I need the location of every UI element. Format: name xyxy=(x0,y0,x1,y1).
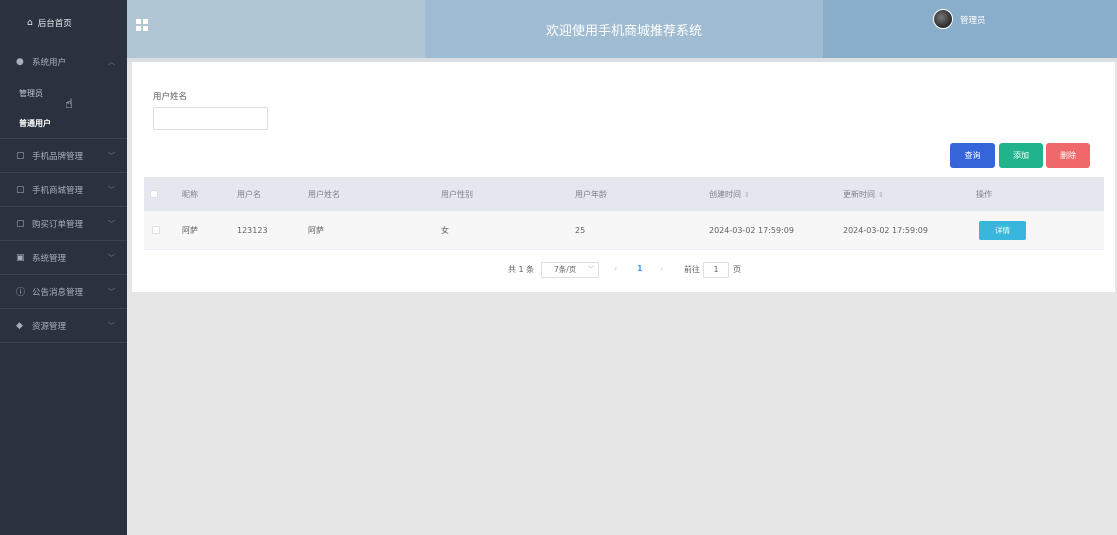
pagination: 共 1 条 7条/页 ﹀ ‹ 1 › 前往 1 页 xyxy=(132,262,1115,278)
user-table: 昵称 用户名 用户姓名 用户性别 用户年龄 创建时间 ⇕ 更新时间 ⇕ 操作 阿萨 … xyxy=(144,177,1104,250)
col-username: 用户名 xyxy=(237,189,261,199)
chevron-down-icon: ﹀ xyxy=(108,151,115,160)
menu-group-resources: ◆ 资源管理 ﹀ xyxy=(0,309,127,343)
cell-realname: 阿萨 xyxy=(308,225,324,235)
cell-username: 123123 xyxy=(237,225,268,235)
page-size-select[interactable]: 7条/页 ﹀ xyxy=(541,262,599,278)
menu-resources[interactable]: ◆ 资源管理 ﹀ xyxy=(0,309,127,342)
page-size-value: 7条/页 xyxy=(554,265,577,274)
header-left xyxy=(127,0,425,58)
avatar[interactable] xyxy=(933,9,953,29)
user-icon: ● xyxy=(16,56,24,67)
cell-updated: 2024-03-02 17:59:09 xyxy=(843,225,928,235)
col-updated-label: 更新时间 xyxy=(843,189,875,199)
col-age: 用户年龄 xyxy=(575,189,607,199)
add-button[interactable]: 添加 xyxy=(999,143,1043,168)
menu-phone-brand[interactable]: ▢ 手机品牌管理 ﹀ xyxy=(0,139,127,172)
prev-page-icon[interactable]: ‹ xyxy=(614,264,617,273)
cell-nickname: 阿萨 xyxy=(182,225,198,235)
col-realname: 用户姓名 xyxy=(308,189,340,199)
next-page-icon[interactable]: › xyxy=(660,264,663,273)
top-header: 欢迎使用手机商城推荐系统 管理员 xyxy=(127,0,1117,58)
sort-icon[interactable]: ⇕ xyxy=(744,191,750,199)
sidebar-home[interactable]: ⌂ 后台首页 xyxy=(0,0,127,45)
sidebar-home-label: 后台首页 xyxy=(37,18,72,29)
col-created[interactable]: 创建时间 ⇕ xyxy=(709,189,750,200)
document-icon: ▢ xyxy=(16,150,25,161)
image-icon: ▣ xyxy=(16,252,25,263)
menu-notice-label: 公告消息管理 xyxy=(32,287,84,298)
menu-system[interactable]: ▣ 系统管理 ﹀ xyxy=(0,241,127,274)
page-suffix: 页 xyxy=(733,265,741,274)
menu-orders[interactable]: ▢ 购买订单管理 ﹀ xyxy=(0,207,127,240)
goto-label: 前往 xyxy=(684,265,700,274)
chevron-up-icon: ︿ xyxy=(108,57,115,66)
table-header: 昵称 用户名 用户姓名 用户性别 用户年龄 创建时间 ⇕ 更新时间 ⇕ 操作 xyxy=(144,177,1104,211)
chevron-down-icon: ﹀ xyxy=(108,321,115,330)
sidebar-item-normal-users[interactable]: 普通用户 xyxy=(0,108,127,138)
menu-phone-mall[interactable]: ▢ 手机商城管理 ﹀ xyxy=(0,173,127,206)
menu-group-notice: ⓘ 公告消息管理 ﹀ xyxy=(0,275,127,309)
document-icon: ▢ xyxy=(16,184,25,195)
main-card: 用户姓名 查询 添加 删除 昵称 用户名 用户姓名 用户性别 用户年龄 创建时间… xyxy=(132,62,1115,292)
query-button[interactable]: 查询 xyxy=(950,143,995,168)
chevron-down-icon: ﹀ xyxy=(108,253,115,262)
chevron-down-icon: ﹀ xyxy=(108,287,115,296)
menu-phone-brand-label: 手机品牌管理 xyxy=(32,151,84,162)
menu-orders-label: 购买订单管理 xyxy=(32,219,84,230)
menu-group-system: ▣ 系统管理 ﹀ xyxy=(0,241,127,275)
menu-system-users-label: 系统用户 xyxy=(32,57,67,68)
search-input[interactable] xyxy=(153,107,268,130)
menu-system-users[interactable]: ● 系统用户 ︿ xyxy=(0,45,127,78)
sort-icon[interactable]: ⇕ xyxy=(878,191,884,199)
header-title-text: 欢迎使用手机商城推荐系统 xyxy=(545,23,702,39)
menu-group-phone-mall: ▢ 手机商城管理 ﹀ xyxy=(0,173,127,207)
page-number-current[interactable]: 1 xyxy=(637,264,643,273)
delete-button[interactable]: 删除 xyxy=(1046,143,1090,168)
cell-age: 25 xyxy=(575,225,586,235)
menu-group-phone-brand: ▢ 手机品牌管理 ﹀ xyxy=(0,139,127,173)
col-updated[interactable]: 更新时间 ⇕ xyxy=(843,189,884,200)
header-title: 欢迎使用手机商城推荐系统 xyxy=(425,0,823,58)
chevron-down-icon: ﹀ xyxy=(108,219,115,228)
sidebar-item-admin-label: 管理员 xyxy=(19,88,43,98)
col-action: 操作 xyxy=(976,189,992,199)
cell-created: 2024-03-02 17:59:09 xyxy=(709,225,794,235)
col-gender: 用户性别 xyxy=(441,189,473,199)
header-user[interactable]: 管理员 xyxy=(823,0,1117,58)
search-label: 用户姓名 xyxy=(153,92,188,102)
sidebar: ⌂ 后台首页 ● 系统用户 ︿ 管理员 普通用户 ▢ 手机品牌管理 ﹀ ▢ 手机… xyxy=(0,0,127,535)
sidebar-item-admin[interactable]: 管理员 xyxy=(0,78,127,108)
goto-page-input[interactable]: 1 xyxy=(703,262,729,278)
menu-group-system-users: ● 系统用户 ︿ 管理员 普通用户 xyxy=(0,45,127,139)
mouse-pointer-icon: ☝ xyxy=(65,97,73,112)
info-icon: ⓘ xyxy=(16,288,26,298)
detail-button[interactable]: 详情 xyxy=(979,221,1026,240)
menu-group-orders: ▢ 购买订单管理 ﹀ xyxy=(0,207,127,241)
document-icon: ▢ xyxy=(16,218,25,229)
header-user-name[interactable]: 管理员 xyxy=(960,14,986,26)
chevron-down-icon: ﹀ xyxy=(108,185,115,194)
pagination-total: 共 1 条 xyxy=(508,265,535,274)
home-icon: ⌂ xyxy=(27,17,33,28)
select-all-checkbox[interactable] xyxy=(150,190,158,198)
col-created-label: 创建时间 xyxy=(709,189,741,199)
menu-notice[interactable]: ⓘ 公告消息管理 ﹀ xyxy=(0,275,127,308)
table-row: 阿萨 123123 阿萨 女 25 2024-03-02 17:59:09 20… xyxy=(144,211,1104,250)
cell-gender: 女 xyxy=(441,225,449,235)
sidebar-item-normal-users-label: 普通用户 xyxy=(19,118,51,128)
chevron-down-icon: ﹀ xyxy=(587,266,594,273)
menu-toggle-icon[interactable] xyxy=(136,19,148,31)
menu-phone-mall-label: 手机商城管理 xyxy=(32,185,84,196)
menu-resources-label: 资源管理 xyxy=(32,321,67,332)
col-nickname: 昵称 xyxy=(182,189,198,199)
location-icon: ◆ xyxy=(16,320,23,331)
row-checkbox[interactable] xyxy=(152,226,160,234)
menu-system-label: 系统管理 xyxy=(32,253,67,264)
